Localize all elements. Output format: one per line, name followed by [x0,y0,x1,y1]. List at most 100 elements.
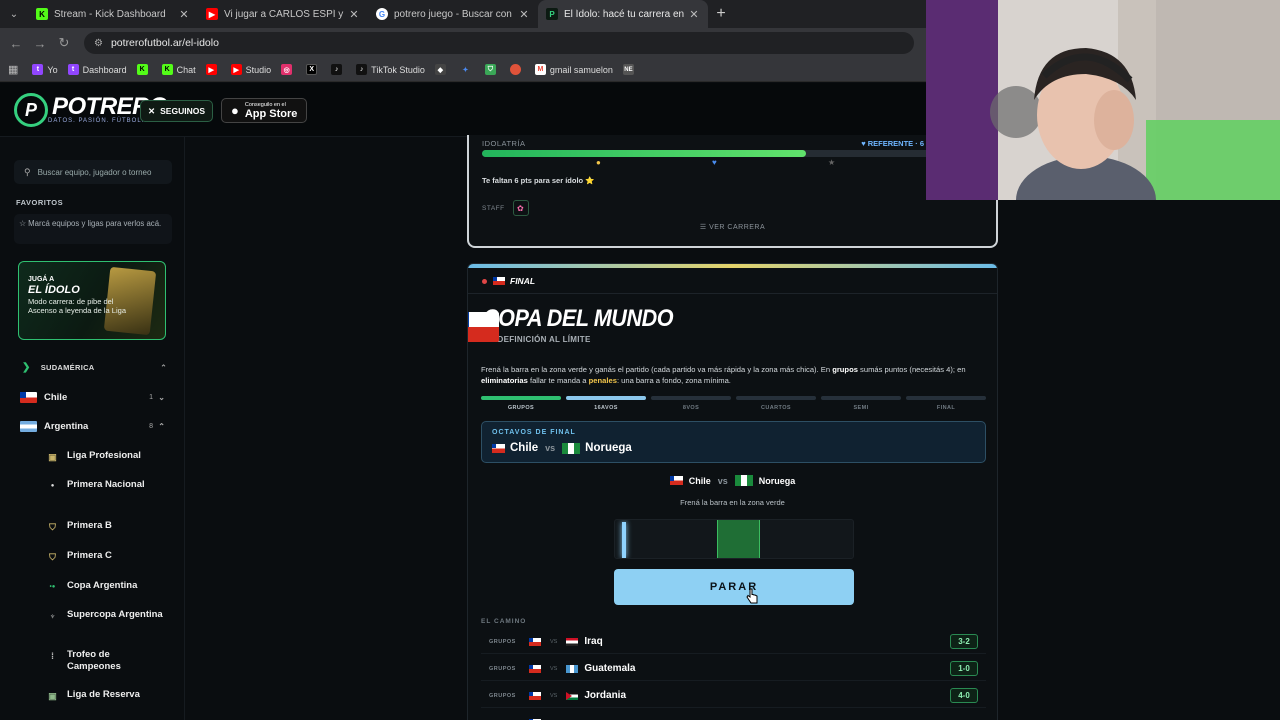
desc-bold: eliminatorias [481,376,528,385]
stage-bar [651,396,731,400]
away-team: Noruega [758,475,796,486]
chile-flag-icon [529,691,541,700]
follow-button[interactable]: ✕ SEGUINOS [140,100,213,122]
league-copa-argentina[interactable]: •● Copa Argentina [46,580,166,593]
app-store-button[interactable]: ● Conseguilo en el App Store [221,98,307,123]
league-primera-b[interactable]: ⛉ Primera B [46,520,166,533]
el-idolo-promo[interactable]: JUGÁ A EL ÍDOLO Modo carrera: de pibe de… [18,261,166,340]
country-argentina[interactable]: Argentina 8 ⌃ [20,421,167,432]
bookmark-kick[interactable]: K [136,64,152,75]
tab-google-search[interactable]: G potrero juego - Buscar con Go ✕ [368,0,538,28]
bookmark-x[interactable]: X [306,64,321,75]
close-icon[interactable]: ✕ [688,8,700,21]
bookmark-dashboard[interactable]: t Dashboard [67,64,127,75]
bookmark-diamond[interactable]: ◆ [434,64,450,75]
league-name: Liga de Reserva [67,689,140,700]
bookmark-shield[interactable]: ⛉ [484,64,500,75]
league-trofeo-de-campeones[interactable]: ⁞ Trofeo de Campeones [46,649,166,673]
league-liga-profesional[interactable]: ▣ Liga Profesional [46,450,166,463]
tab-title: Stream - Kick Dashboard [54,8,166,20]
moving-indicator [622,522,627,558]
forward-icon[interactable]: → [28,36,52,51]
tab-title: Vi jugar a CARLOS ESPÍ y descu [224,8,344,20]
dot-icon: •● [49,583,56,590]
opponent-name: Iraq [584,636,603,647]
bookmark-yo[interactable]: t Yo [32,64,58,75]
url-field[interactable]: ⚙ potrerofutbol.ar/el-idolo [84,32,914,54]
stage-label: GRUPOS [507,405,535,411]
kick-icon: K [136,64,148,75]
idolatry-label: IDOLATRÍA [482,139,526,148]
desc-text: Frená la barra en la zona verde y ganás … [481,365,833,374]
apps-grid-icon[interactable]: ▦ [8,63,18,76]
country-name: Chile [44,392,68,403]
bookmark-gmail[interactable]: Mgmail samuelon [534,64,613,75]
bookmark-circle[interactable] [509,64,525,75]
twitch-icon: t [67,64,79,75]
path-title: EL CAMINO [481,618,527,625]
league-supercopa-argentina[interactable]: ♆ Supercopa Argentina [46,609,166,622]
heart-icon: ♥ [712,158,717,167]
youtube-icon: ▶ [205,64,217,75]
desc-text: fallar te manda a [527,376,589,385]
view-career-link[interactable]: ☰ VER CARRERA [469,223,996,231]
stage-bar [906,396,986,400]
trophy-icon: ▣ [48,690,57,701]
bookmark-studio[interactable]: ▶ Studio [230,64,271,75]
path-row: GRUPOS VS Guatemala 1-0 [481,657,986,681]
close-icon[interactable]: ✕ [348,8,360,21]
search-input[interactable]: ⚲ Buscar equipo, jugador o torneo [14,160,172,184]
phase-row: FINAL [482,276,535,286]
star-icon: ★ [828,158,836,167]
new-tab-button[interactable]: + [708,0,734,28]
bookmark-tiktok[interactable]: ♪ [331,64,346,75]
tab-youtube-video[interactable]: ▶ Vi jugar a CARLOS ESPÍ y descu ✕ [198,0,368,28]
league-liga-de-reserva[interactable]: ▣ Liga de Reserva [46,689,166,702]
star-icon: ☆ [19,219,29,228]
vs-label: VS [550,638,558,645]
brain-icon[interactable]: ✿ [512,200,529,216]
country-chile[interactable]: Chile 1 ⌄ [20,392,167,403]
region-sudamerica[interactable]: ❯ SUDAMÉRICA ⌃ [22,362,167,373]
league-name: Supercopa Argentina [67,609,163,620]
back-icon[interactable]: ← [4,36,28,51]
gmail-icon: M [534,64,546,75]
diamond-icon: ◆ [434,64,446,75]
close-icon[interactable]: ✕ [518,8,530,21]
search-placeholder: Buscar equipo, jugador o torneo [37,167,152,177]
close-icon[interactable]: ✕ [178,8,190,21]
stage-bar [736,396,816,400]
bookmark-label: TikTok Studio [371,64,425,75]
stop-button[interactable]: PARAR [614,569,854,605]
hand-cursor-icon [746,588,758,604]
bookmark-tiktok-studio[interactable]: ♪ TikTok Studio [356,64,425,75]
site-info-icon[interactable]: ⚙ [94,38,103,49]
bookmark-ne[interactable]: NE [622,64,638,75]
opponent-name: Guatemala [584,663,636,674]
promo-text: Modo carrera: de pibe del Ascenso a leye… [28,297,126,315]
bookmark-instagram[interactable]: ◎ [281,64,296,75]
tab-search-icon[interactable]: ⌄ [0,0,28,28]
favorites-hint: Marcá equipos y ligas para verlos acá. [28,219,162,228]
league-primera-c[interactable]: ⛉ Primera C [46,550,166,563]
bookmark-sparkle[interactable]: ✦ [459,64,475,75]
reload-icon[interactable]: ↻ [52,35,76,51]
stage-label: SEMI [853,405,869,411]
tab-el-idolo[interactable]: P El Ídolo: hacé tu carrera en la Li ✕ [538,0,708,28]
chile-flag-icon [20,392,37,403]
timing-bar [614,519,854,559]
current-matchup: Chile vs Noruega [468,475,997,486]
bookmark-youtube[interactable]: ▶ [205,64,221,75]
path-row: GRUPOS VS Jordania 4-0 [481,684,986,708]
url-text: potrerofutbol.ar/el-idolo [110,37,219,49]
league-primera-nacional[interactable]: ● Primera Nacional [46,479,166,492]
cup-icon: ⁞ [51,650,54,661]
view-career-label: VER CARRERA [709,224,766,231]
bookmark-label: Chat [176,64,196,75]
nigeria-style-flag-icon [562,442,581,454]
stage-cuartos: CUARTOS [736,396,816,411]
path-row: GRUPOS VS Iraq 3-2 [481,630,986,654]
screen: { "browser": { "tabs": [ {"title": "Stre… [0,0,1280,720]
bookmark-chat[interactable]: K Chat [161,64,196,75]
tab-kick-dashboard[interactable]: K Stream - Kick Dashboard ✕ [28,0,198,28]
